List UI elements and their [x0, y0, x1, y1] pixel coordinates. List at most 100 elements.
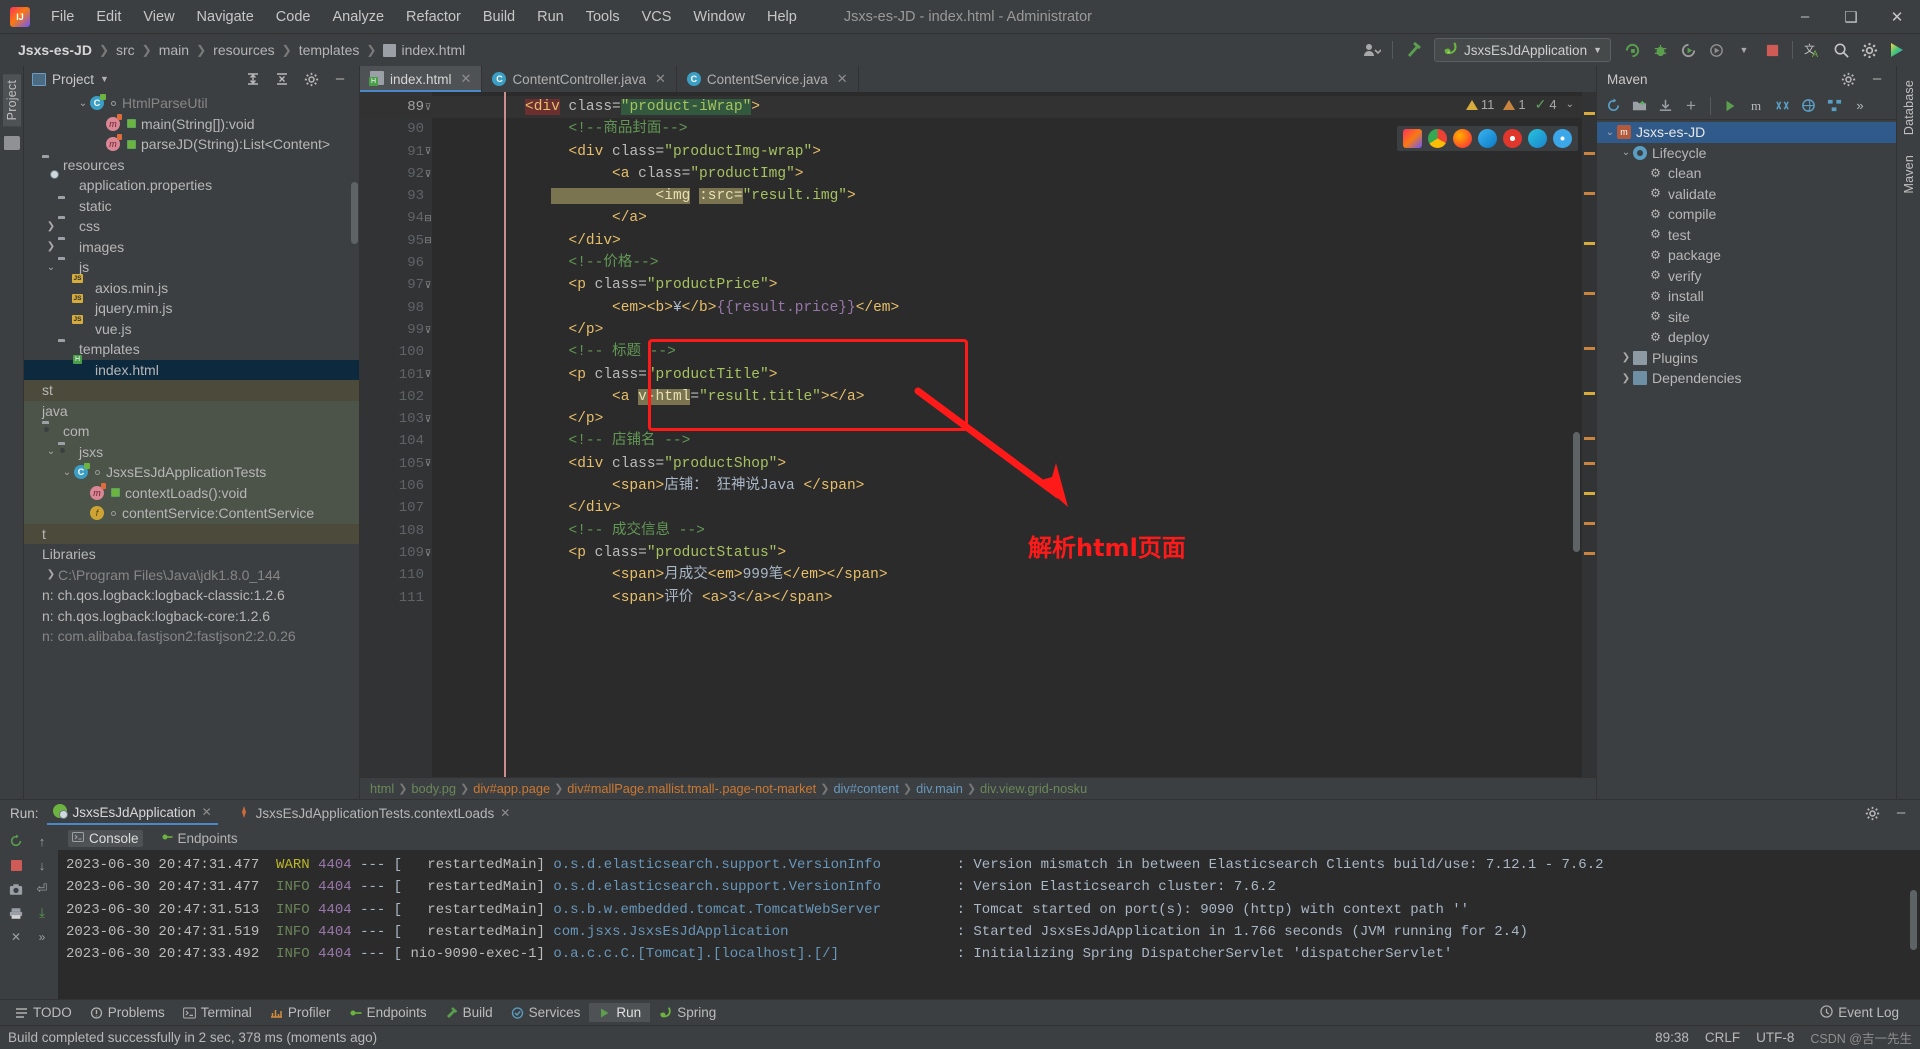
translate-icon[interactable]: 文A [1800, 38, 1826, 62]
close-icon[interactable]: ✕ [500, 806, 510, 820]
chevron-right-icon[interactable]: ❯ [44, 569, 58, 580]
scroll-to-end-icon[interactable]: ⤓ [30, 902, 54, 924]
menu-item-build[interactable]: Build [472, 5, 526, 29]
run-configuration-selector[interactable]: JsxsEsJdApplication ▼ [1434, 38, 1611, 62]
opera-icon[interactable] [1503, 129, 1522, 148]
editor-breadcrumb-item[interactable]: html [370, 781, 394, 796]
project-tree-node[interactable]: m main(String[]):void [24, 113, 359, 135]
maven-tree-node[interactable]: ⚙ site [1597, 307, 1896, 328]
analysis-marker[interactable] [1584, 462, 1595, 465]
soft-wrap-icon[interactable]: ⏎ [30, 878, 54, 900]
run-icon[interactable] [1619, 38, 1645, 62]
scroll-down-icon[interactable]: ↓ [30, 854, 54, 876]
code-line[interactable]: </div> [432, 497, 1582, 519]
breadcrumb-item-3[interactable]: resources [207, 40, 280, 60]
project-tree-node[interactable]: m contextLoads():void [24, 482, 359, 503]
toggle-offline-icon[interactable] [1796, 95, 1820, 117]
chevron-down-icon[interactable]: ⌄ [1619, 147, 1633, 158]
hide-panel-icon[interactable]: – [327, 67, 353, 91]
project-tree-node[interactable]: t [24, 523, 359, 544]
code-line[interactable]: </a> [432, 207, 1582, 229]
code-line[interactable]: </p> [432, 408, 1582, 430]
analysis-marker[interactable] [1584, 437, 1595, 440]
menu-item-vcs[interactable]: VCS [631, 5, 683, 29]
rerun-icon[interactable] [4, 830, 28, 852]
maven-tree-node[interactable]: ❯ Plugins [1597, 348, 1896, 369]
menu-item-analyze[interactable]: Analyze [321, 5, 395, 29]
code-line[interactable]: <p class="productPrice"> [432, 274, 1582, 296]
code-line[interactable]: <span>店铺： 狂神说Java </span> [432, 475, 1582, 497]
inspections-chevron[interactable]: ⌄ [1566, 99, 1574, 110]
print-icon[interactable] [4, 902, 28, 924]
console-output[interactable]: 2023-06-30 20:47:31.477 WARN 4404 --- [ … [58, 850, 1920, 999]
maven-tree-node[interactable]: ⌄ Jsxs-es-JD [1597, 122, 1896, 143]
hide-panel-icon[interactable]: – [1888, 801, 1914, 825]
maven-tree-node[interactable]: ⚙ deploy [1597, 327, 1896, 348]
code-line[interactable]: <p class="productStatus"> [432, 542, 1582, 564]
tool-window-button-problems[interactable]: Problems [81, 1003, 174, 1022]
project-tree-node[interactable]: static [24, 196, 359, 217]
breadcrumb-item-2[interactable]: main [153, 40, 195, 60]
analysis-marker[interactable] [1584, 192, 1595, 195]
maven-tree-node[interactable]: ⚙ test [1597, 225, 1896, 246]
project-tree-node[interactable]: st [24, 380, 359, 401]
code-line[interactable]: <a class="productImg"> [432, 163, 1582, 185]
tool-window-button-profiler[interactable]: Profiler [261, 1003, 340, 1022]
chevron-down-icon[interactable]: ⌄ [1603, 127, 1617, 138]
code-line[interactable]: <!-- 店铺名 --> [432, 430, 1582, 452]
maven-tree-node[interactable]: ⚙ validate [1597, 184, 1896, 205]
menu-item-file[interactable]: File [40, 5, 85, 29]
console-scrollbar[interactable] [1910, 890, 1917, 950]
tool-window-button-run[interactable]: Run [589, 1003, 651, 1022]
add-maven-project-icon[interactable] [1627, 95, 1651, 117]
settings-gear-icon[interactable] [1856, 38, 1882, 62]
code-line[interactable]: <p class="productTitle"> [432, 364, 1582, 386]
chevron-down-icon[interactable]: ⌄ [44, 446, 58, 457]
project-tree-node[interactable]: Libraries [24, 544, 359, 565]
element-breadcrumb[interactable]: html ❯ body.pg ❯ div#app.page ❯ div#mallPage.m… [360, 777, 1596, 799]
edge-legacy-icon[interactable] [1478, 129, 1497, 148]
chevron-down-icon[interactable]: ▼ [1593, 45, 1602, 55]
maven-tree-node[interactable]: ⚙ package [1597, 245, 1896, 266]
code-line[interactable]: <em><b>¥</b>{{result.price}}</em> [432, 297, 1582, 319]
hammer-icon[interactable] [1400, 38, 1426, 62]
run-tab[interactable]: JsxsEsJdApplicationTests.contextLoads ✕ [232, 804, 517, 823]
tool-window-button-build[interactable]: Build [436, 1003, 502, 1022]
main-menu-bar[interactable]: File Edit View Navigate Code Analyze Refactor B… [40, 5, 808, 29]
analysis-strip[interactable] [1582, 92, 1596, 777]
editor-breadcrumb-item[interactable]: div#content [833, 781, 898, 796]
menu-item-window[interactable]: Window [682, 5, 756, 29]
project-tree[interactable]: ⌄ C HtmlParseUtil m main(String[]):void m pars… [24, 92, 359, 799]
code-line[interactable]: <!-- 标题 --> [432, 341, 1582, 363]
menu-item-code[interactable]: Code [265, 5, 322, 29]
project-tree-node[interactable]: ❯ images [24, 237, 359, 258]
editor-breadcrumb-item[interactable]: body.pg [411, 781, 456, 796]
breadcrumb-item-1[interactable]: src [110, 40, 141, 60]
project-tree-node[interactable]: m parseJD(String):List<Content> [24, 134, 359, 155]
tool-window-button-terminal[interactable]: Terminal [174, 1003, 261, 1022]
editor-breadcrumb-item[interactable]: div.main [916, 781, 963, 796]
stop-icon[interactable] [1759, 38, 1785, 62]
editor-tab-bar[interactable]: index.html ✕ C ContentController.java ✕ C Cont… [360, 66, 1596, 92]
editor-tab[interactable]: index.html ✕ [360, 66, 483, 92]
chevron-down-icon[interactable]: ▼ [100, 74, 109, 84]
close-button[interactable]: ✕ [1874, 0, 1920, 34]
project-tree-node[interactable]: n: ch.qos.logback:logback-classic:1.2.6 [24, 585, 359, 606]
tool-window-button-endpoints[interactable]: Endpoints [340, 1003, 436, 1022]
breadcrumb-item-4[interactable]: templates [293, 40, 366, 60]
minimize-button[interactable]: – [1782, 0, 1828, 34]
chrome-icon[interactable] [1428, 129, 1447, 148]
project-tree-node[interactable]: ⌄ C JsxsEsJdApplicationTests [24, 462, 359, 483]
camera-icon[interactable] [4, 878, 28, 900]
analysis-marker[interactable] [1584, 552, 1595, 555]
folder-icon[interactable] [3, 136, 20, 151]
maven-tree-node[interactable]: ⌄ Lifecycle [1597, 143, 1896, 164]
analysis-marker[interactable] [1584, 112, 1595, 115]
close-icon[interactable]: ✕ [461, 71, 472, 87]
analysis-marker[interactable] [1584, 392, 1595, 395]
tool-window-button-spring[interactable]: Spring [650, 1003, 725, 1022]
scroll-up-icon[interactable]: ↑ [30, 830, 54, 852]
project-tree-node[interactable]: 101 vue.js [24, 316, 359, 340]
tool-window-button-todo[interactable]: TODO [6, 1003, 81, 1022]
chevron-right-icon[interactable]: ❯ [1619, 373, 1633, 384]
